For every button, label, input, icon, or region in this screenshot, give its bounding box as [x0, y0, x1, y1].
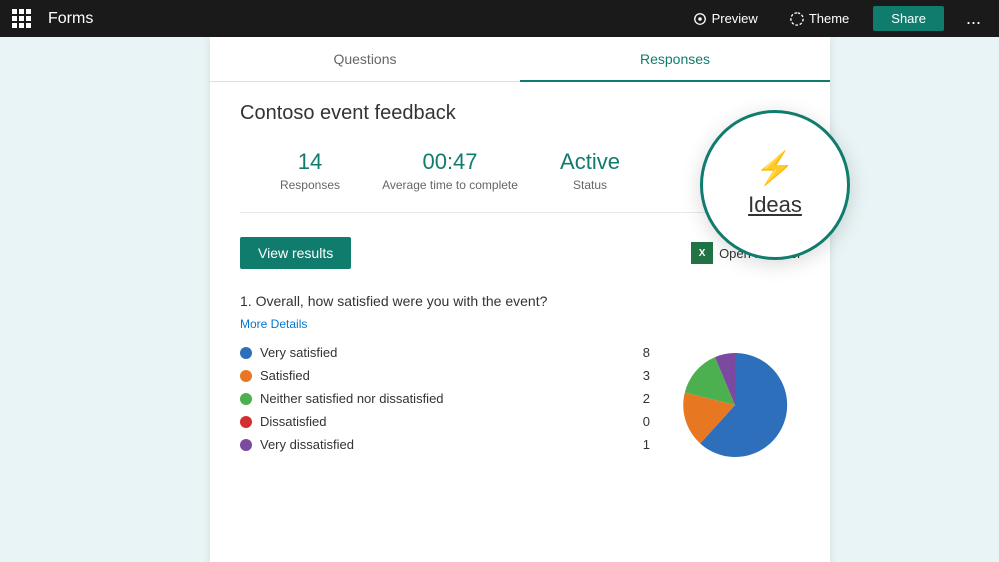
legend-item-label: Dissatisfied: [260, 414, 326, 429]
stat-time-label: Average time to complete: [380, 178, 520, 192]
app-header: Forms Preview Theme Share ...: [0, 0, 999, 37]
tab-bar: Questions Responses: [210, 37, 830, 82]
share-button[interactable]: Share: [873, 6, 944, 31]
chart-section: Very satisfied 8 Satisfied 3 Neither sat…: [240, 345, 800, 465]
legend-item: Very satisfied 8: [240, 345, 650, 360]
legend-item-left: Dissatisfied: [240, 414, 326, 429]
preview-button[interactable]: Preview: [685, 7, 766, 30]
more-details-link[interactable]: More Details: [240, 317, 307, 331]
stat-responses: 14 Responses: [240, 149, 380, 192]
legend-item-count: 1: [643, 437, 650, 452]
question-title: 1. Overall, how satisfied were you with …: [240, 293, 800, 309]
legend-dot: [240, 370, 252, 382]
stat-responses-value: 14: [240, 149, 380, 175]
legend-dot: [240, 393, 252, 405]
left-spacer: [0, 37, 210, 562]
theme-button[interactable]: Theme: [782, 7, 857, 30]
legend-item-count: 2: [643, 391, 650, 406]
legend-dot: [240, 439, 252, 451]
pie-chart-svg: [670, 345, 800, 465]
content-card: Questions Responses Contoso event feedba…: [210, 37, 830, 562]
legend-item: Dissatisfied 0: [240, 414, 650, 429]
ideas-popup-label: Ideas: [748, 192, 802, 218]
theme-icon: [790, 12, 804, 26]
legend-item-count: 0: [643, 414, 650, 429]
legend-item-label: Very dissatisfied: [260, 437, 354, 452]
more-button[interactable]: ...: [960, 8, 987, 29]
ideas-popup[interactable]: ⚡ Ideas: [700, 110, 850, 260]
pie-chart: [670, 345, 800, 465]
legend-item-label: Neither satisfied nor dissatisfied: [260, 391, 444, 406]
legend-item-count: 3: [643, 368, 650, 383]
view-results-button[interactable]: View results: [240, 237, 351, 269]
legend-item-left: Very dissatisfied: [240, 437, 354, 452]
legend-item-label: Satisfied: [260, 368, 310, 383]
stat-time: 00:47 Average time to complete: [380, 149, 520, 192]
stat-status-value: Active: [520, 149, 660, 175]
legend-dot: [240, 416, 252, 428]
ideas-bolt-icon: ⚡: [755, 152, 795, 184]
legend-item-left: Satisfied: [240, 368, 310, 383]
legend: Very satisfied 8 Satisfied 3 Neither sat…: [240, 345, 650, 460]
preview-icon: [693, 12, 707, 26]
stat-time-value: 00:47: [380, 149, 520, 175]
legend-item-count: 8: [643, 345, 650, 360]
stat-status-label: Status: [520, 178, 660, 192]
excel-icon: X: [691, 242, 713, 264]
legend-dot: [240, 347, 252, 359]
legend-item: Very dissatisfied 1: [240, 437, 650, 452]
legend-item: Satisfied 3: [240, 368, 650, 383]
legend-item-left: Very satisfied: [240, 345, 337, 360]
tab-responses[interactable]: Responses: [520, 37, 830, 82]
stat-responses-label: Responses: [240, 178, 380, 192]
stat-status: Active Status: [520, 149, 660, 192]
buttons-row: View results X Open in Excel: [240, 237, 800, 269]
main-area: Questions Responses Contoso event feedba…: [0, 37, 999, 562]
legend-item-left: Neither satisfied nor dissatisfied: [240, 391, 444, 406]
waffle-icon[interactable]: [12, 9, 32, 29]
tab-questions[interactable]: Questions: [210, 37, 520, 82]
form-title: Contoso event feedback: [240, 102, 800, 125]
legend-item-label: Very satisfied: [260, 345, 337, 360]
legend-item: Neither satisfied nor dissatisfied 2: [240, 391, 650, 406]
app-name: Forms: [48, 10, 93, 28]
